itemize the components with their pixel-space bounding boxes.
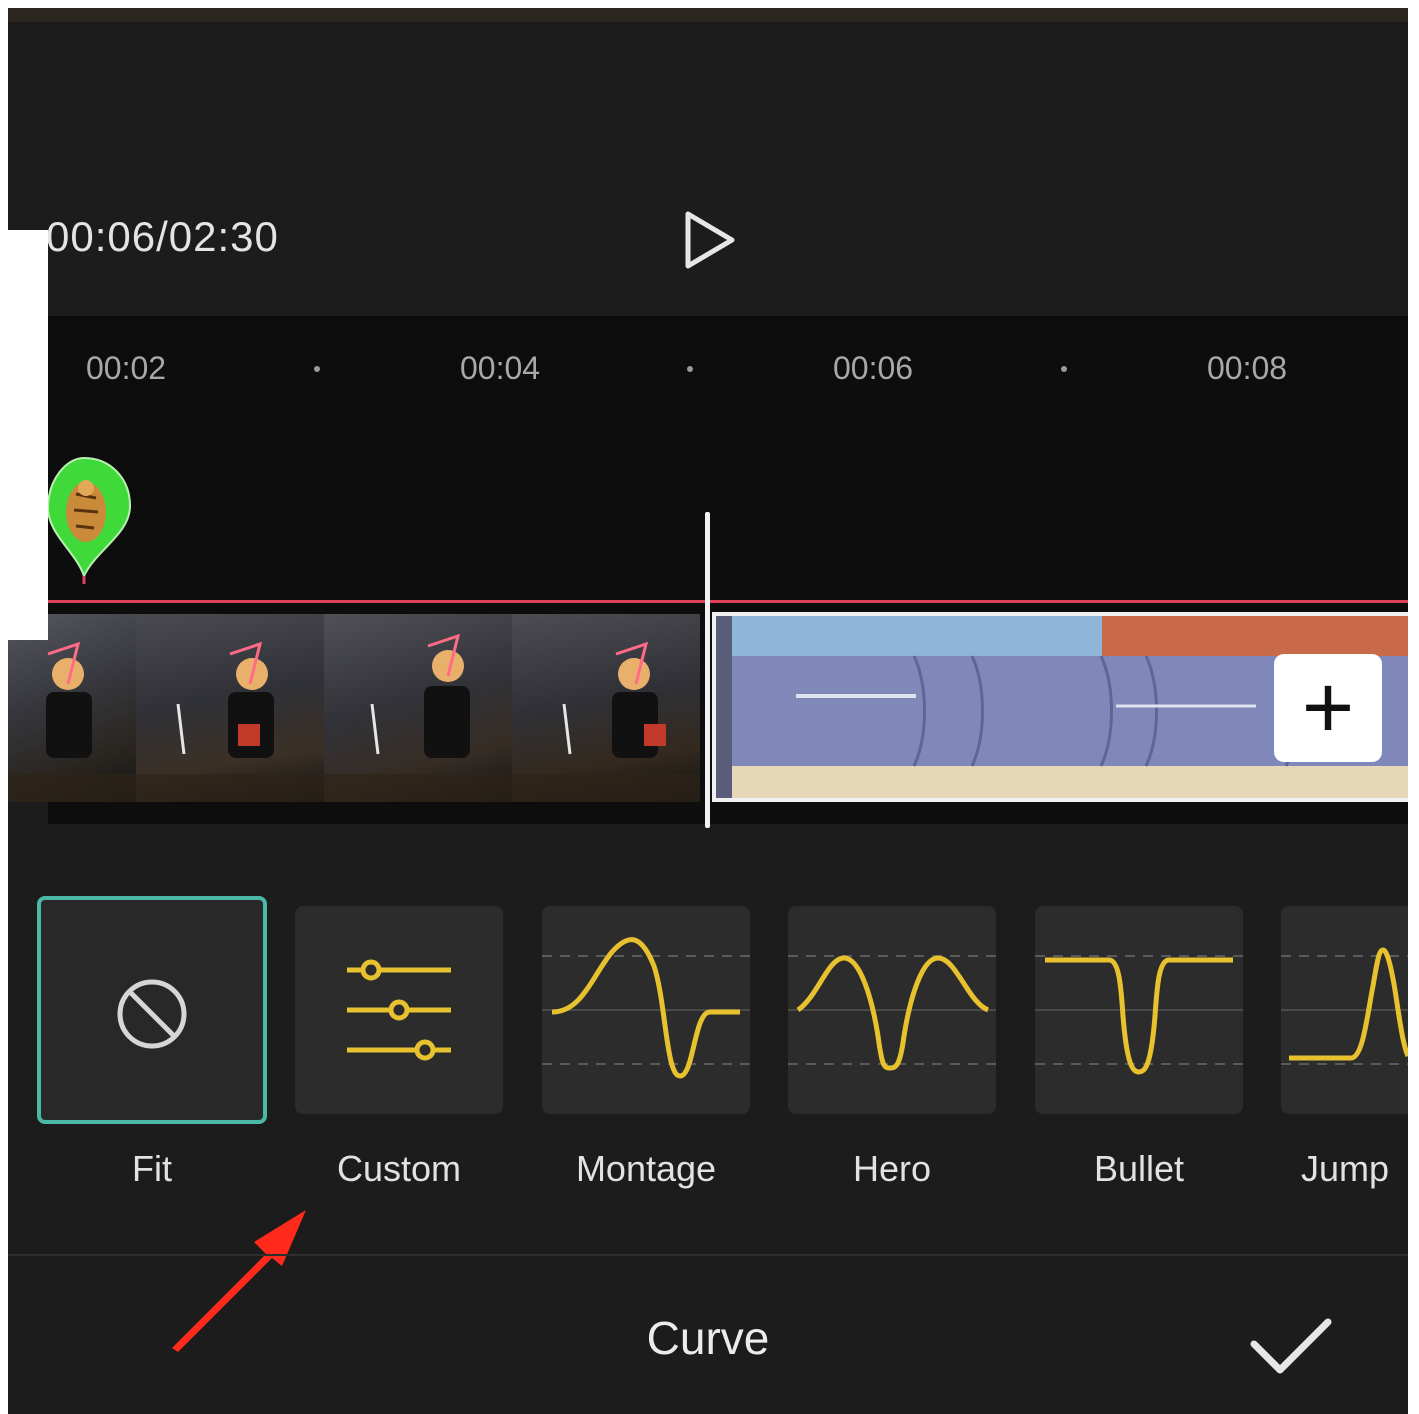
timeline-dot xyxy=(1061,366,1067,372)
preset-fit[interactable] xyxy=(37,896,267,1124)
video-clip-cartoon[interactable]: + xyxy=(712,612,1408,802)
preset-custom[interactable] xyxy=(295,906,503,1114)
jump-curve-icon xyxy=(1281,947,1408,1065)
playhead[interactable] xyxy=(705,512,710,828)
timeline-tick: 00:08 xyxy=(1207,350,1288,386)
timeline-dot xyxy=(687,366,693,372)
left-edge-block xyxy=(8,230,48,640)
concert-figures xyxy=(8,633,700,802)
preset-label: Jump xyxy=(1301,1148,1390,1189)
sticker-marker[interactable] xyxy=(48,454,134,584)
hero-curve-icon xyxy=(788,955,996,1071)
footer-divider xyxy=(8,1254,1408,1256)
video-clip-concert[interactable] xyxy=(8,614,700,802)
preset-montage[interactable] xyxy=(542,906,750,1114)
add-clip-button[interactable]: + xyxy=(1274,654,1382,762)
timeline-dot xyxy=(314,366,320,372)
preset-jump[interactable] xyxy=(1281,906,1408,1114)
top-strip xyxy=(8,8,1408,22)
timeline-tick: 00:04 xyxy=(460,350,541,386)
none-icon xyxy=(117,979,187,1049)
timeline-tick: 00:02 xyxy=(86,350,167,386)
preset-label: Custom xyxy=(336,1148,462,1189)
preset-label: Fit xyxy=(132,1148,172,1189)
sliders-icon xyxy=(347,959,451,1061)
preset-label: Hero xyxy=(852,1148,932,1189)
timeline-panel[interactable]: 00:02 00:04 00:06 00:08 + xyxy=(8,316,1408,828)
preset-label: Bullet xyxy=(1093,1148,1185,1189)
time-display: 00:06/02:30 xyxy=(46,213,279,260)
confirm-check-icon[interactable] xyxy=(1248,1314,1334,1378)
preset-bullet[interactable] xyxy=(1035,906,1243,1114)
video-editor-screen: 00:06/02:30 00:02 00:04 00:06 00:08 + Fi… xyxy=(8,8,1408,1414)
sticker-track-line xyxy=(48,600,1408,603)
bullet-curve-icon xyxy=(1035,955,1243,1075)
play-button[interactable] xyxy=(680,208,740,272)
preset-label: Montage xyxy=(575,1148,717,1189)
preset-hero[interactable] xyxy=(788,906,996,1114)
panel-title: Curve xyxy=(646,1312,770,1364)
montage-curve-icon xyxy=(542,937,750,1079)
timeline-tick: 00:06 xyxy=(833,350,914,386)
